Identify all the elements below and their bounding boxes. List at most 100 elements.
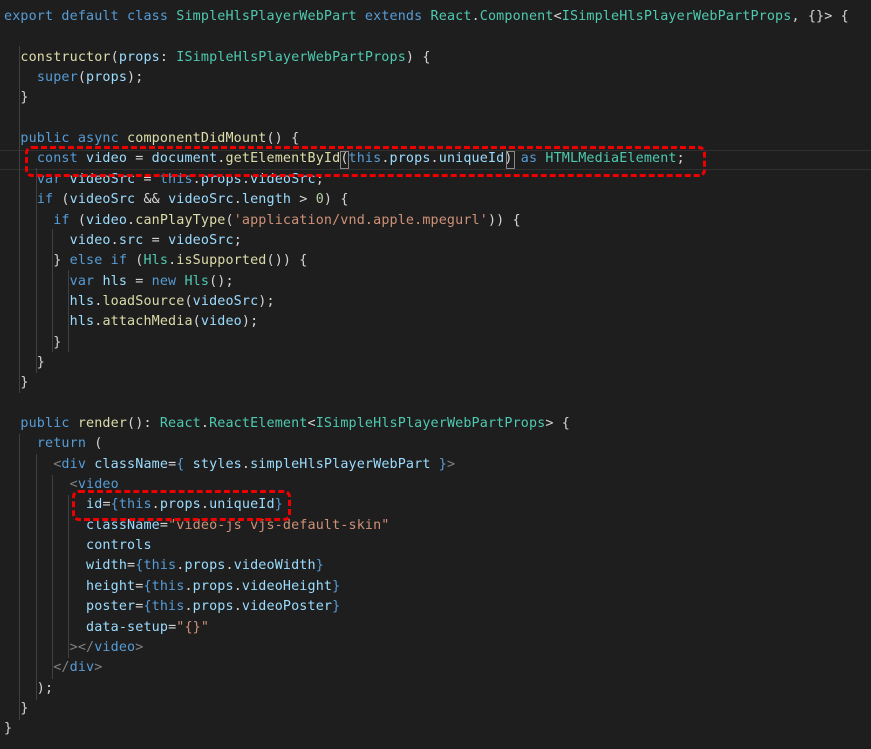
code-token: > [135,639,144,655]
code-token: . [200,416,210,431]
code-token: SimpleHlsPlayerWebPart [176,9,357,24]
code-token: width [86,558,128,574]
code-token: ); [127,70,144,86]
code-token: ReactElement [209,416,308,431]
code-token: . [233,599,242,615]
code-token: ISimpleHlsPlayerWebPartProps [561,9,792,24]
code-line: } [4,719,12,739]
code-token: controls [86,538,152,554]
code-token: ); [241,314,259,330]
code-token: ( [127,253,144,269]
code-token: ( [110,49,119,65]
code-token: } [4,90,29,106]
code-token: ) { [405,49,431,65]
code-token: > [446,456,456,472]
code-editor[interactable]: export default class SimpleHlsPlayerWebP… [0,0,871,749]
code-token: } [4,375,29,391]
code-line: return ( [4,434,102,454]
code-token: super [36,70,78,86]
code-token: . [471,9,480,24]
code-token: } [4,354,46,370]
code-token: . [233,192,242,208]
code-token: . [241,456,251,472]
code-token: (); [209,273,234,289]
code-token: video [200,314,242,330]
code-token: { [143,599,152,615]
code-token: , {}> { [791,9,849,24]
code-token: ; [233,232,242,248]
code-token: isSupported [176,253,267,269]
code-line: public render(): React.ReactElement<ISim… [4,414,570,434]
code-token: video [94,639,136,655]
code-token: if [53,212,70,228]
code-token: && [135,192,169,208]
code-token: Component [479,9,554,24]
code-token: . [110,232,119,248]
code-token: ( [225,212,234,228]
code-token: React [159,416,201,431]
code-token: async [77,131,119,147]
code-token: props [192,578,234,594]
code-token: this [151,599,185,615]
code-line: } [4,88,29,108]
code-token: () { [266,131,300,147]
code-token: hls [69,314,95,330]
code-line: } [4,333,61,353]
code-token: ( [69,212,87,228]
code-line: hls.attachMedia(video); [4,312,259,332]
code-token: ()) { [266,253,308,269]
code-line: super(props); [4,68,143,88]
code-token: videoPoster [241,599,333,615]
code-token: . [225,558,234,574]
code-token: export [4,9,54,24]
code-line: constructor(props: ISimpleHlsPlayerWebPa… [4,48,431,68]
code-token: ( [86,436,103,452]
code-token: 'application/vnd.apple.mpegurl' [233,212,488,228]
code-line: } [4,699,29,719]
code-token: video [86,212,128,228]
code-token: } [315,558,324,574]
code-token: div [69,660,95,676]
code-token: default [61,9,119,24]
code-token: videoHeight [241,578,333,594]
code-token: } [4,334,62,350]
code-token: "{}" [176,619,210,635]
code-token: > [291,192,316,208]
code-token: var [69,273,95,289]
code-token: > { [545,416,570,431]
code-line: } else if (Hls.isSupported()) { [4,251,308,271]
code-line: poster={this.props.videoPoster} [4,597,340,617]
code-token: className [94,456,169,472]
code-token: attachMedia [102,314,193,330]
code-line: <div className={ styles.simpleHlsPlayerW… [4,455,455,475]
code-line: } [4,353,45,373]
code-token: ) { [323,192,349,208]
code-line: var hls = new Hls(); [4,272,234,292]
code-token: constructor [20,49,111,65]
code-token: } [4,700,29,716]
annotation-box-unique-id [72,490,291,521]
code-line: data-setup="{}" [4,618,209,638]
code-token: . [184,578,193,594]
code-token: props [184,558,226,574]
code-token: extends [364,9,423,24]
